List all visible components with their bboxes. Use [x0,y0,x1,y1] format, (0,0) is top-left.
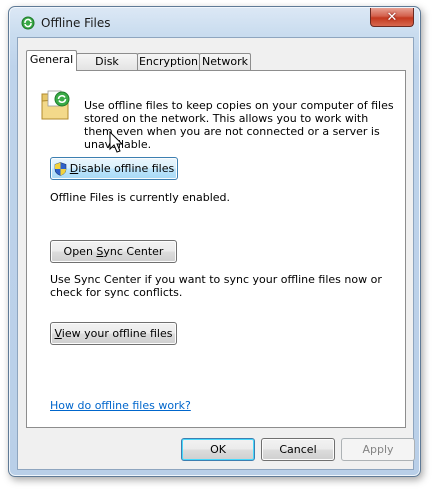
offline-files-description: Use offline files to keep copies on your… [84,99,394,151]
mouse-pointer-icon [109,131,124,153]
offline-files-status: Offline Files is currently enabled. [50,191,231,204]
cancel-button[interactable]: Cancel [261,438,335,461]
view-offline-files-label: View your offline files [54,327,173,340]
close-button[interactable]: ✕ [370,8,414,27]
tab-network[interactable]: Network [199,53,251,70]
tab-encryption[interactable]: Encryption [137,53,200,70]
apply-button[interactable]: Apply [341,438,415,461]
offline-files-dialog: Offline Files ✕ General Disk Usage Encry… [8,6,421,477]
tab-disk-usage[interactable]: Disk Usage [76,53,138,84]
sync-center-description: Use Sync Center if you want to sync your… [50,273,382,299]
view-offline-files-button[interactable]: View your offline files [50,322,177,345]
dialog-body: General Disk Usage Encryption Network Us… [17,37,415,470]
title-bar[interactable]: Offline Files ✕ [9,7,420,37]
ok-button[interactable]: OK [181,438,255,461]
window-title: Offline Files [41,16,111,30]
disable-offline-files-label: Disable offline files [69,162,175,175]
general-tab-panel: Use offline files to keep copies on your… [26,70,406,428]
close-icon: ✕ [386,9,398,25]
uac-shield-icon [54,161,67,176]
open-sync-center-label: Open Sync Center [63,245,164,258]
offline-folder-icon [41,90,70,120]
tab-general[interactable]: General [26,50,77,71]
help-link[interactable]: How do offline files work? [50,399,191,412]
disable-offline-files-button[interactable]: Disable offline files [50,157,178,180]
open-sync-center-button[interactable]: Open Sync Center [50,240,177,263]
sync-app-icon [21,16,35,30]
